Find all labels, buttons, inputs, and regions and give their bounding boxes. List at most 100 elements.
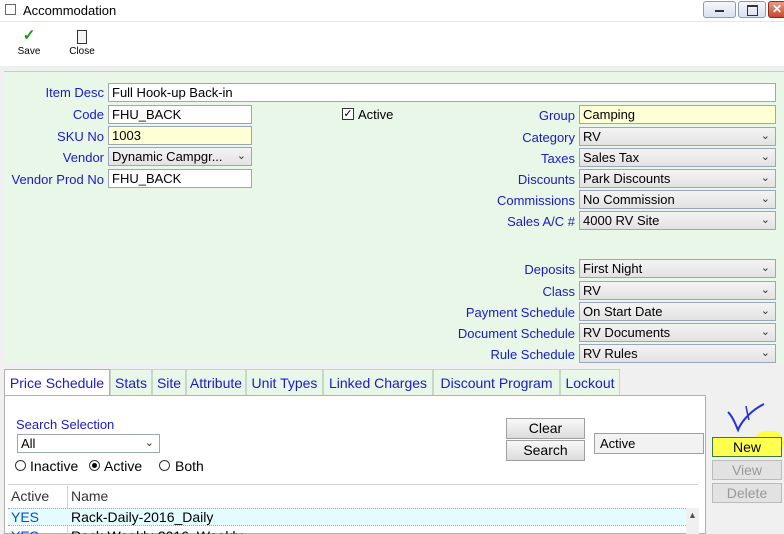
sku-field[interactable]: 1003 <box>108 126 252 145</box>
chevron-down-icon: ⌄ <box>760 305 770 317</box>
discounts-label: Discounts <box>517 172 575 187</box>
tab-bar: Price Schedule Stats Site Attribute Unit… <box>4 369 622 396</box>
status-filter-field[interactable]: Active <box>594 433 704 454</box>
scroll-up-icon[interactable]: ▲ <box>688 510 697 520</box>
pen-annotation-checkmark <box>727 403 765 433</box>
payment-schedule-select[interactable]: On Start Date ⌄ <box>579 302 776 321</box>
minimize-button[interactable] <box>703 1 736 18</box>
rule-schedule-label: Rule Schedule <box>490 347 575 362</box>
close-label: Close <box>69 46 95 57</box>
door-icon <box>59 26 105 46</box>
commissions-select[interactable]: No Commission ⌄ <box>579 190 776 209</box>
vendor-prod-no-field[interactable]: FHU_BACK <box>108 169 252 188</box>
save-label: Save <box>17 46 41 57</box>
close-icon: ✕ <box>772 2 783 16</box>
code-label: Code <box>72 107 104 122</box>
search-button[interactable]: Search <box>506 440 585 461</box>
column-header-name[interactable]: Name <box>71 485 108 507</box>
vendor-value: Dynamic Campgr... <box>112 149 223 164</box>
vendor-prod-no-label: Vendor Prod No <box>11 172 104 187</box>
save-button[interactable]: ✓ Save <box>6 26 52 66</box>
clear-button[interactable]: Clear <box>506 418 585 439</box>
window-icon <box>5 4 16 15</box>
chevron-down-icon: ⌄ <box>760 326 770 338</box>
checkmark-icon: ✓ <box>22 27 36 44</box>
commissions-value: No Commission <box>583 192 675 207</box>
delete-button[interactable]: Delete <box>712 483 782 503</box>
item-desc-field[interactable]: Full Hook-up Back-in <box>108 83 776 102</box>
radio-inactive[interactable] <box>15 460 26 471</box>
close-window-button[interactable]: ✕ <box>768 1 784 18</box>
tab-discount-program[interactable]: Discount Program <box>433 369 560 395</box>
document-schedule-label: Document Schedule <box>457 326 575 341</box>
payment-schedule-value: On Start Date <box>583 304 663 319</box>
group-field[interactable]: Camping <box>579 105 776 124</box>
view-button[interactable]: View <box>712 460 782 480</box>
row-active-cell: YES <box>11 509 40 525</box>
radio-both[interactable] <box>159 460 170 471</box>
column-header-active[interactable]: Active <box>11 485 49 507</box>
search-selection-label: Search Selection <box>16 417 115 432</box>
chevron-down-icon: ⌄ <box>760 214 770 226</box>
chevron-down-icon: ⌄ <box>760 193 770 205</box>
chevron-down-icon: ⌄ <box>144 437 154 449</box>
class-select[interactable]: RV ⌄ <box>579 281 776 300</box>
category-select[interactable]: RV ⌄ <box>579 127 776 146</box>
maximize-icon <box>747 5 758 16</box>
discounts-value: Park Discounts <box>583 171 671 186</box>
rule-schedule-select[interactable]: RV Rules ⌄ <box>579 344 776 363</box>
active-checkbox-label: Active <box>358 107 394 122</box>
tab-price-schedule[interactable]: Price Schedule <box>4 369 110 396</box>
toolbar: ✓ Save Close <box>0 22 784 66</box>
radio-both-label: Both <box>175 458 204 474</box>
class-value: RV <box>583 283 601 298</box>
sku-label: SKU No <box>57 129 104 144</box>
row-name-cell: Rack-Daily-2016_Daily <box>71 509 214 525</box>
row-active-cell: YES <box>11 526 39 534</box>
taxes-select[interactable]: Sales Tax ⌄ <box>579 148 776 167</box>
vertical-scrollbar[interactable]: ▲ <box>686 508 699 534</box>
tab-site[interactable]: Site <box>152 369 186 395</box>
tab-linked-charges[interactable]: Linked Charges <box>323 369 433 395</box>
commissions-label: Commissions <box>496 193 575 208</box>
chevron-down-icon: ⌄ <box>760 172 770 184</box>
deposits-value: First Night <box>583 261 643 276</box>
vendor-select[interactable]: Dynamic Campgr... ⌄ <box>108 147 252 166</box>
chevron-down-icon: ⌄ <box>760 151 770 163</box>
radio-active[interactable] <box>89 460 100 471</box>
active-checkbox[interactable]: ✓ <box>342 108 354 120</box>
check-icon: ✓ <box>343 108 353 120</box>
discounts-select[interactable]: Park Discounts ⌄ <box>579 169 776 188</box>
deposits-label: Deposits <box>524 262 575 277</box>
item-desc-label: Item Desc <box>45 85 104 100</box>
chevron-down-icon: ⌄ <box>760 284 770 296</box>
tab-unit-types[interactable]: Unit Types <box>246 369 323 395</box>
new-button[interactable]: New <box>712 437 782 457</box>
search-selection-value: All <box>21 436 36 451</box>
close-button[interactable]: Close <box>59 26 105 66</box>
radio-active-label: Active <box>104 458 143 474</box>
title-bar: Accommodation ✕ <box>0 0 784 22</box>
sales-ac-select[interactable]: 4000 RV Site ⌄ <box>579 211 776 230</box>
search-selection-select[interactable]: All ⌄ <box>17 434 160 453</box>
maximize-button[interactable] <box>738 1 766 18</box>
chevron-down-icon: ⌄ <box>760 130 770 142</box>
deposits-select[interactable]: First Night ⌄ <box>579 259 776 278</box>
sales-ac-label: Sales A/C # <box>507 214 575 229</box>
rule-schedule-value: RV Rules <box>583 346 638 361</box>
window-title: Accommodation <box>23 3 117 18</box>
tab-stats[interactable]: Stats <box>110 369 152 395</box>
tab-attribute[interactable]: Attribute <box>186 369 246 395</box>
sales-ac-value: 4000 RV Site <box>583 213 660 228</box>
vendor-label: Vendor <box>62 150 104 165</box>
chevron-down-icon: ⌄ <box>236 150 246 162</box>
chevron-down-icon: ⌄ <box>760 262 770 274</box>
category-value: RV <box>583 129 601 144</box>
document-schedule-value: RV Documents <box>583 325 671 340</box>
tab-lockout[interactable]: Lockout <box>560 369 620 395</box>
grid-divider <box>8 484 698 485</box>
table-row[interactable]: YES Rack-Weekly-2016_Weekly <box>8 526 686 534</box>
taxes-label: Taxes <box>541 151 575 166</box>
document-schedule-select[interactable]: RV Documents ⌄ <box>579 323 776 342</box>
code-field[interactable]: FHU_BACK <box>108 105 252 124</box>
